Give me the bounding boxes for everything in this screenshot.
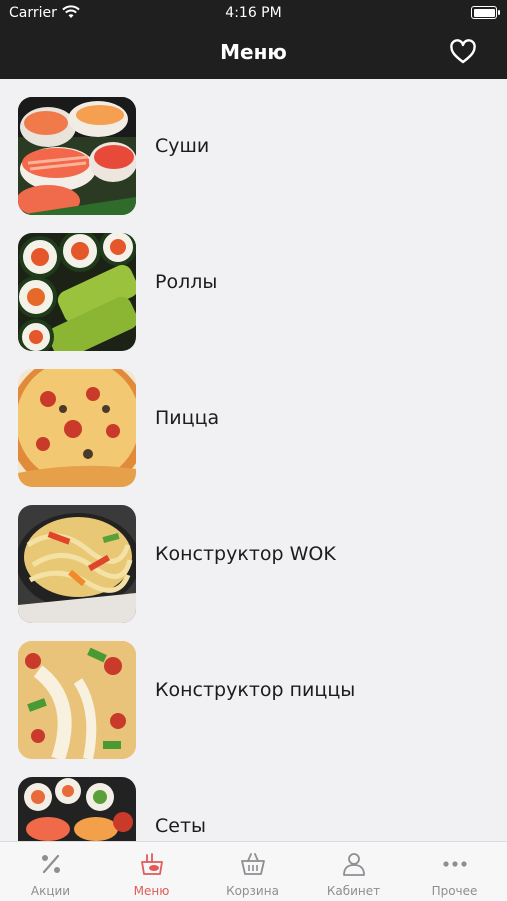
clock: 4:16 PM [225, 5, 282, 21]
menu-item-sets[interactable]: Сеты [0, 759, 507, 841]
menu-item-label: Роллы [155, 271, 218, 293]
percent-icon [42, 854, 60, 874]
sets-photo [18, 777, 136, 841]
tab-label: Корзина [226, 884, 279, 898]
wok-photo [18, 505, 136, 623]
tab-label: Кабинет [326, 884, 381, 898]
tab-cart[interactable]: Корзина [202, 842, 303, 901]
menu-food-icon [141, 853, 163, 875]
status-bar: Carrier 4:16 PM [0, 0, 507, 28]
page-title: Меню [220, 40, 287, 64]
menu-item-pizza-constructor[interactable]: Конструктор пиццы [0, 623, 507, 759]
tab-menu[interactable]: Меню [101, 842, 202, 901]
menu-item-label: Конструктор пиццы [155, 679, 356, 701]
tab-account[interactable]: Кабинет [303, 842, 404, 901]
more-icon [443, 861, 467, 867]
profile-icon [343, 853, 365, 876]
tab-label: Акции [30, 884, 71, 898]
menu-item-label: Пицца [155, 407, 220, 429]
tab-promotions[interactable]: Акции [0, 842, 101, 901]
menu-item-rolls[interactable]: Роллы [0, 215, 507, 351]
tab-more[interactable]: Прочее [404, 842, 505, 901]
heart-icon[interactable] [449, 39, 477, 65]
menu-list: Суши Роллы Пицца Конструктор WOK Констру… [0, 79, 507, 841]
menu-item-sushi[interactable]: Суши [0, 79, 507, 215]
menu-item-label: Сеты [155, 815, 207, 837]
menu-item-label: Суши [155, 135, 210, 157]
tab-label: Меню [133, 884, 170, 898]
pizza-photo [18, 369, 136, 487]
sushi-photo [18, 97, 136, 215]
basket-icon [241, 853, 265, 875]
menu-item-wok-constructor[interactable]: Конструктор WOK [0, 487, 507, 623]
rolls-photo [18, 233, 136, 351]
menu-item-label: Конструктор WOK [155, 543, 336, 565]
tab-label: Прочее [431, 884, 478, 898]
battery-icon [471, 6, 500, 19]
menu-item-pizza[interactable]: Пицца [0, 351, 507, 487]
nav-header: Carrier 4:16 PM Меню [0, 0, 507, 79]
tab-bar: Акции Меню Корзина Кабинет Прочее [0, 841, 507, 901]
pizza-constructor-photo [18, 641, 136, 759]
